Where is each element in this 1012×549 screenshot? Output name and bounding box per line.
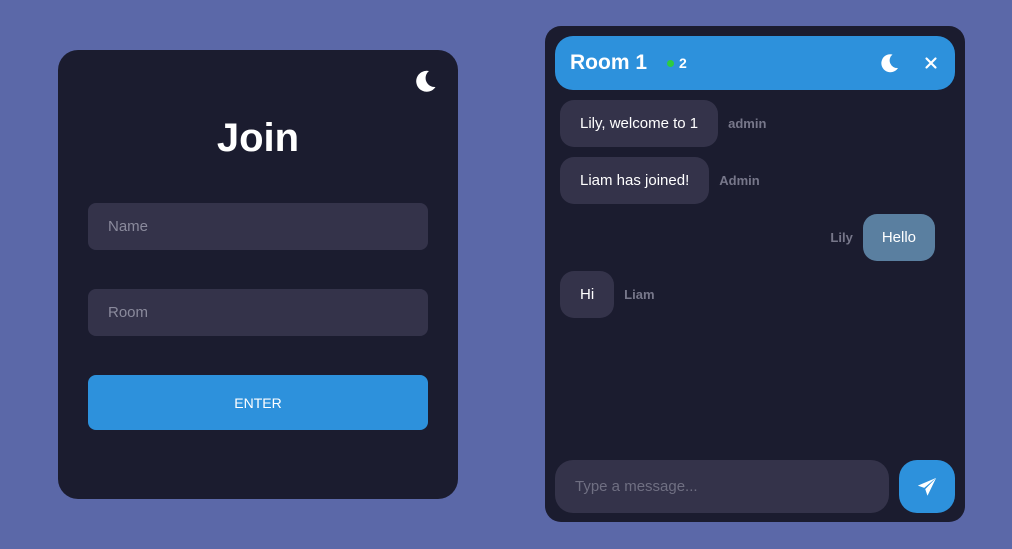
message-sender: Liam (624, 287, 655, 302)
message-sender: Admin (719, 173, 760, 188)
message-sender: Lily (830, 230, 853, 245)
message-row: Hi Liam (560, 271, 655, 318)
message-bubble: Hi (560, 271, 615, 318)
message-sender: admin (728, 116, 767, 131)
message-row: Liam has joined! Admin (560, 157, 760, 204)
paper-plane-icon (899, 476, 955, 498)
send-button[interactable] (899, 460, 955, 513)
message-row: Lily, welcome to 1 admin (560, 100, 766, 147)
room-input[interactable] (88, 289, 428, 336)
message-input[interactable] (555, 460, 889, 513)
join-title: Join (216, 116, 300, 160)
message-bubble: Lily, welcome to 1 (560, 100, 719, 147)
name-input[interactable] (88, 203, 428, 250)
message-list: Lily, welcome to 1 admin Liam has joined… (545, 26, 965, 522)
message-bubble: Liam has joined! (560, 157, 710, 204)
enter-button[interactable]: ENTER (88, 375, 428, 430)
message-row: Hello Lily (830, 214, 935, 261)
message-bubble: Hello (862, 214, 935, 261)
join-card: Join ENTER (58, 50, 458, 499)
chat-window: Room 1 2 Lily, welcome to 1 admin Liam h… (545, 26, 965, 522)
moon-icon[interactable] (412, 68, 438, 94)
